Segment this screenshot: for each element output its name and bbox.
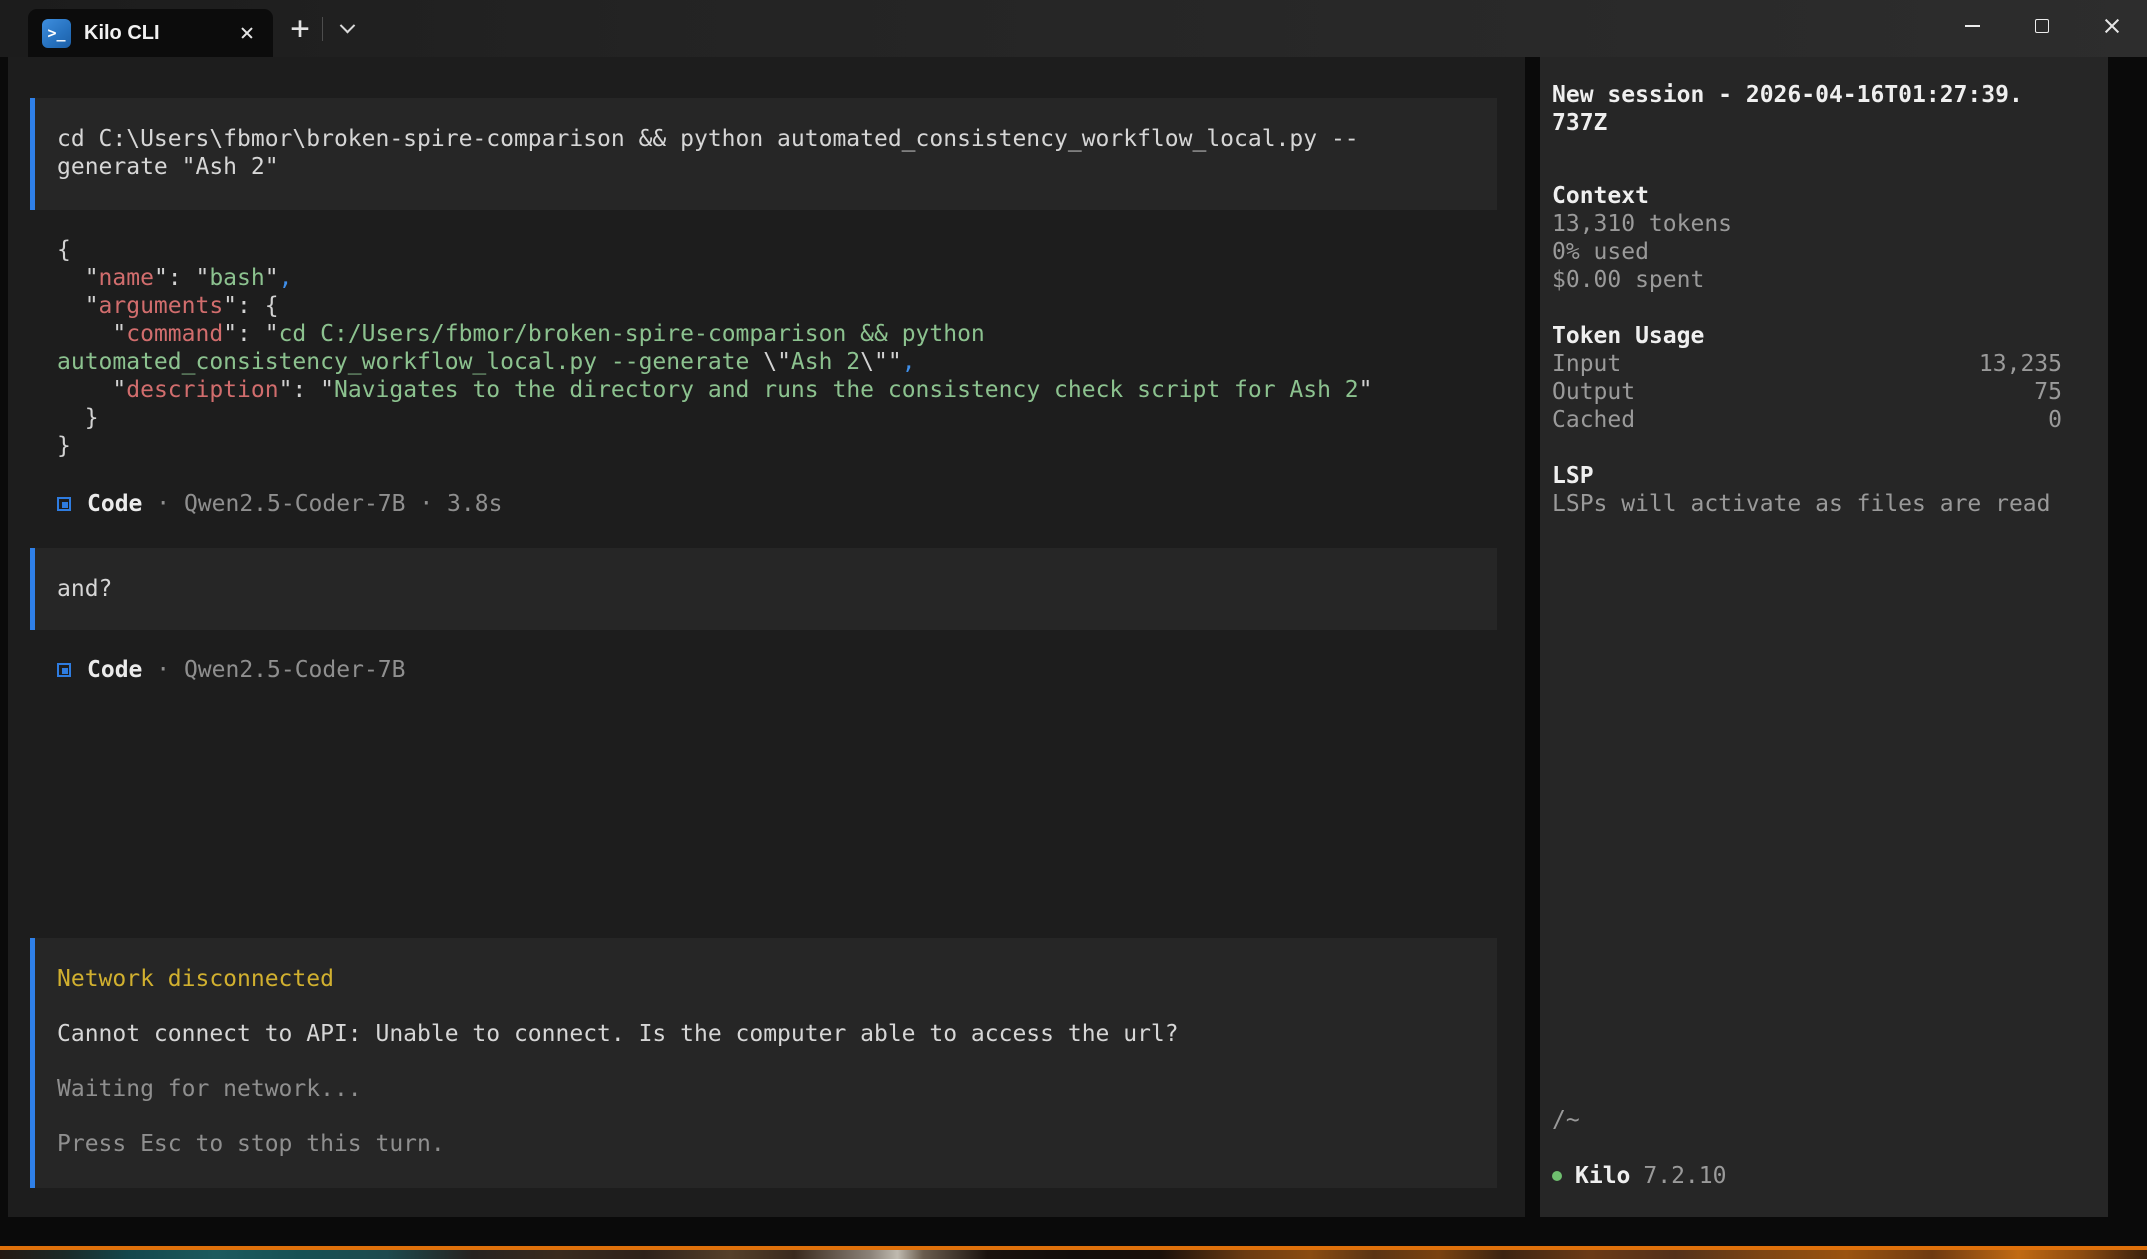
- error-message: Cannot connect to API: Unable to connect…: [57, 1020, 1475, 1048]
- sidebar-footer: /~ Kilo 7.2.10: [1552, 1106, 2062, 1190]
- model-status-line: Code · Qwen2.5-Coder-7B · 3.8s: [57, 490, 1497, 518]
- separator: ·: [406, 490, 448, 518]
- current-directory: /~: [1552, 1106, 2062, 1134]
- usage-value: 75: [2034, 378, 2062, 406]
- elapsed-time: 3.8s: [447, 490, 502, 518]
- close-icon: [240, 26, 254, 40]
- usage-label: Input: [1552, 350, 1621, 378]
- tabbar-divider: [322, 17, 323, 41]
- minimize-icon: [1965, 25, 1980, 27]
- mode-label: Code: [87, 490, 142, 518]
- code-line: }: [57, 432, 1497, 460]
- context-used: 0% used: [1552, 238, 2062, 266]
- user-message-block: cd C:\Users\fbmor\broken-spire-compariso…: [30, 98, 1497, 210]
- code-line: "command": "cd C:/Users/fbmor/broken-spi…: [57, 320, 1497, 348]
- minimize-button[interactable]: [1937, 0, 2007, 52]
- maximize-button[interactable]: [2007, 0, 2077, 52]
- conversation-stream: cd C:\Users\fbmor\broken-spire-compariso…: [30, 57, 1497, 1188]
- usage-label: Output: [1552, 378, 1635, 406]
- error-title: Network disconnected: [57, 965, 1475, 993]
- usage-label: Cached: [1552, 406, 1635, 434]
- desktop-wallpaper: [0, 1250, 2147, 1259]
- context-heading: Context: [1552, 182, 2062, 210]
- run-status-icon: [57, 663, 71, 677]
- mode-label: Code: [87, 656, 142, 684]
- user-command-text: cd C:\Users\fbmor\broken-spire-compariso…: [57, 125, 1361, 181]
- maximize-icon: [2035, 19, 2049, 33]
- separator: ·: [142, 490, 184, 518]
- token-usage-row: Input 13,235: [1552, 350, 2062, 378]
- chevron-down-icon: [339, 17, 355, 33]
- token-usage-row: Cached 0: [1552, 406, 2062, 434]
- session-title: New session - 2026-04-16T01:27:39.737Z: [1552, 81, 2025, 137]
- code-line: "name": "bash",: [57, 264, 1497, 292]
- new-tab-button[interactable]: +: [283, 8, 317, 48]
- context-tokens: 13,310 tokens: [1552, 210, 2062, 238]
- code-line: }: [57, 404, 1497, 432]
- window-controls: [1937, 0, 2147, 52]
- lsp-note: LSPs will activate as files are read: [1552, 490, 2062, 518]
- model-status-line: Code · Qwen2.5-Coder-7B: [57, 656, 1497, 684]
- token-usage-heading: Token Usage: [1552, 322, 2062, 350]
- usage-value: 13,235: [1979, 350, 2062, 378]
- close-button[interactable]: [2077, 0, 2147, 52]
- powershell-icon: >_: [42, 19, 71, 48]
- code-line: "arguments": {: [57, 292, 1497, 320]
- code-line: automated_consistency_workflow_local.py …: [57, 348, 1497, 376]
- close-icon: [2103, 17, 2121, 35]
- tab-kilo-cli[interactable]: >_ Kilo CLI: [28, 9, 273, 57]
- code-line: "description": "Navigates to the directo…: [57, 376, 1497, 404]
- terminal-main-panel: cd C:\Users\fbmor\broken-spire-compariso…: [8, 57, 1525, 1217]
- waiting-status: Waiting for network...: [57, 1075, 1475, 1103]
- token-usage-row: Output 75: [1552, 378, 2062, 406]
- usage-value: 0: [2048, 406, 2062, 434]
- network-error-block: Network disconnected Cannot connect to A…: [30, 938, 1497, 1188]
- user-message-block: and?: [30, 548, 1497, 630]
- app-version: 7.2.10: [1643, 1162, 1726, 1190]
- model-name: Qwen2.5-Coder-7B: [184, 656, 406, 684]
- tab-close-button[interactable]: [235, 21, 259, 45]
- desktop-strip: [0, 1246, 2147, 1259]
- escape-hint: Press Esc to stop this turn.: [57, 1130, 1475, 1158]
- tool-call-json: { "name": "bash", "arguments": { "comman…: [57, 236, 1497, 460]
- tab-title: Kilo CLI: [84, 22, 227, 45]
- spacer: [1552, 1134, 2062, 1162]
- code-line: {: [57, 236, 1497, 264]
- version-line: Kilo 7.2.10: [1552, 1162, 2062, 1190]
- user-message-text: and?: [57, 575, 1475, 603]
- separator: ·: [142, 656, 184, 684]
- model-name: Qwen2.5-Coder-7B: [184, 490, 406, 518]
- tab-dropdown-button[interactable]: [330, 10, 364, 46]
- app-name: Kilo: [1575, 1162, 1630, 1190]
- titlebar: >_ Kilo CLI +: [0, 0, 2147, 57]
- run-status-icon: [57, 497, 71, 511]
- lsp-heading: LSP: [1552, 462, 2062, 490]
- context-spent: $0.00 spent: [1552, 266, 2062, 294]
- session-sidebar: New session - 2026-04-16T01:27:39.737Z C…: [1540, 57, 2108, 1217]
- online-dot-icon: [1552, 1171, 1562, 1181]
